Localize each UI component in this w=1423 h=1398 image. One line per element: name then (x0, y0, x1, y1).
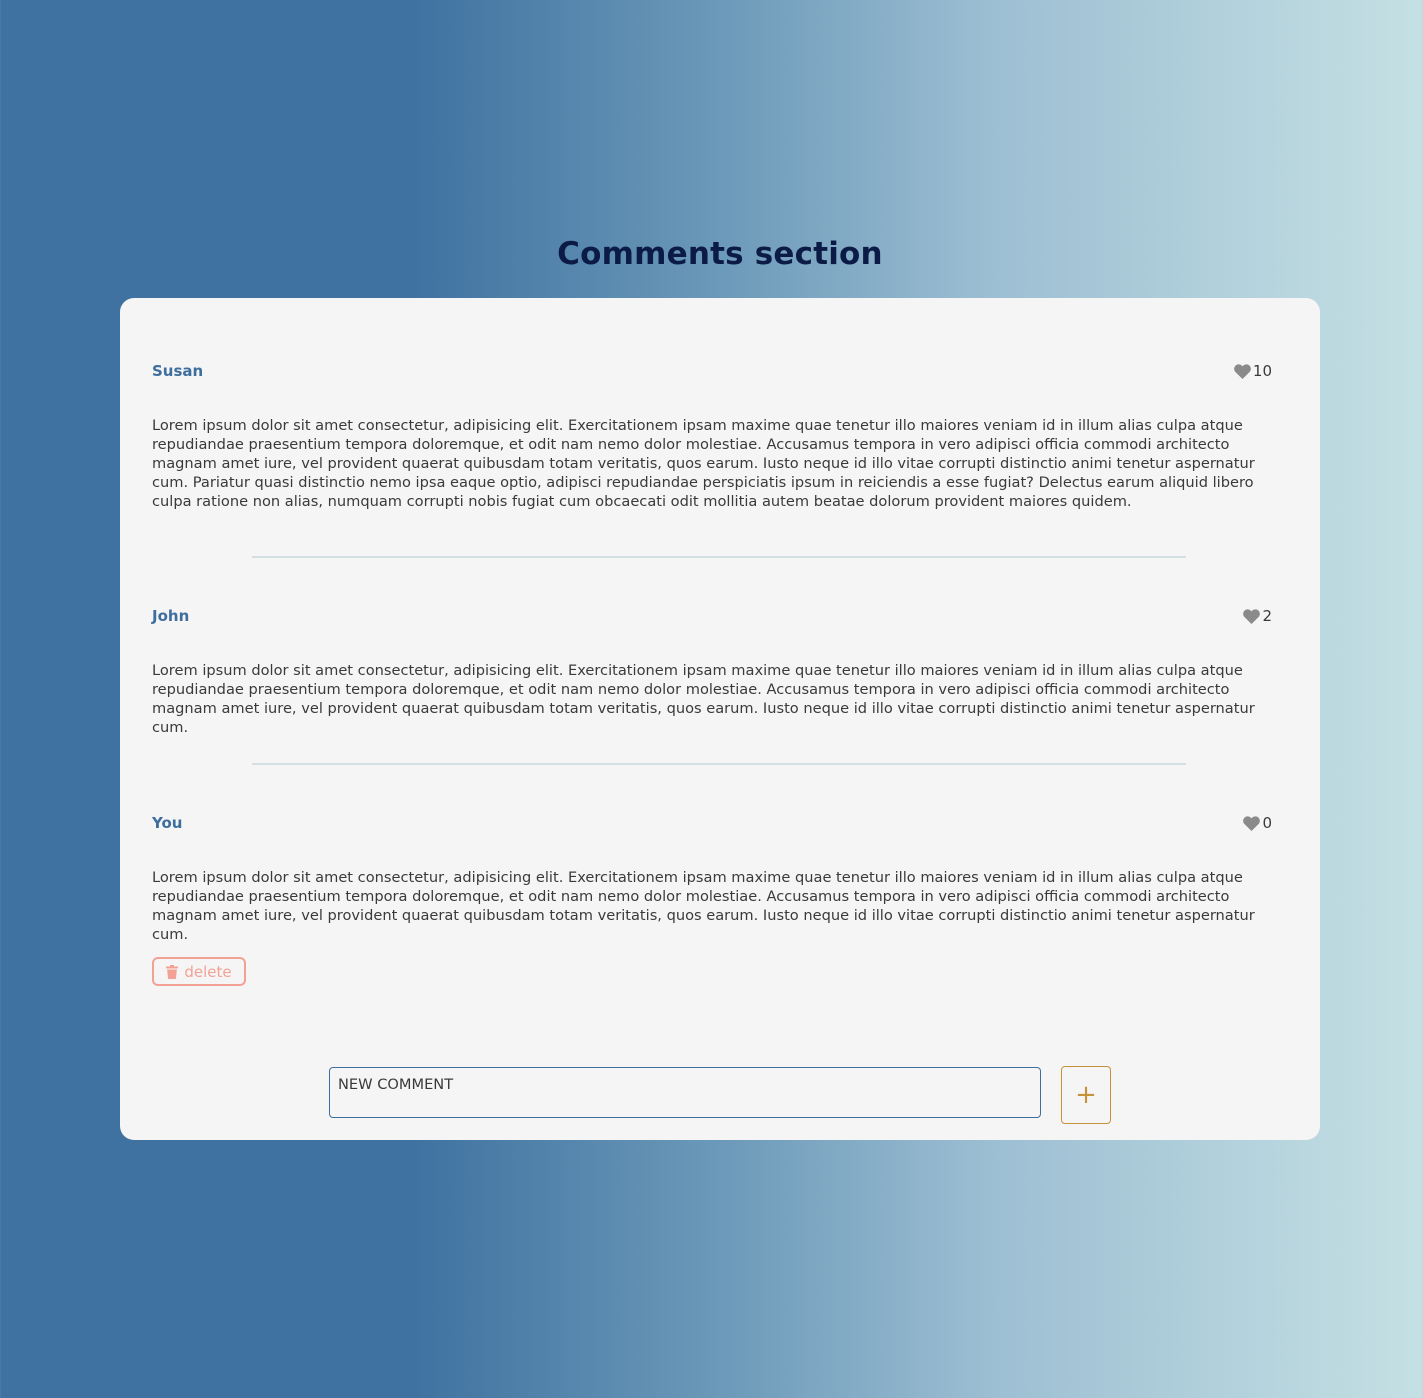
comment-header: John 2 (152, 607, 1288, 627)
comment-text: Lorem ipsum dolor sit amet consectetur, … (152, 869, 1255, 943)
comment-divider (252, 556, 1186, 558)
like-button[interactable]: 0 (1243, 814, 1272, 832)
plus-icon: + (1075, 1080, 1097, 1110)
page-title: Comments section (557, 236, 883, 272)
like-count: 0 (1262, 814, 1272, 832)
delete-label: delete (184, 962, 232, 981)
comment-item: You 0 Lorem ipsum dolor sit amet consect… (152, 814, 1288, 943)
comment-header: You 0 (152, 814, 1288, 834)
like-count: 2 (1262, 607, 1272, 625)
comment-author: John (152, 607, 190, 625)
comment-text: Lorem ipsum dolor sit amet consectetur, … (152, 417, 1255, 510)
delete-button[interactable]: delete (152, 957, 246, 986)
like-button[interactable]: 2 (1243, 607, 1272, 625)
comment-item: John 2 Lorem ipsum dolor sit amet consec… (152, 607, 1288, 736)
add-comment-button[interactable]: + (1061, 1066, 1111, 1124)
comment-text: Lorem ipsum dolor sit amet consectetur, … (152, 662, 1255, 736)
heart-icon (1234, 363, 1251, 379)
heart-icon (1243, 608, 1261, 624)
comment-author: You (152, 814, 183, 832)
comment-author: Susan (152, 362, 204, 380)
new-comment-input[interactable] (329, 1067, 1041, 1118)
comment-divider (252, 763, 1186, 765)
trash-icon (166, 964, 179, 979)
heart-icon (1243, 815, 1261, 831)
comment-item: Susan 10 Lorem ipsum dolor sit amet cons… (152, 362, 1288, 510)
comment-header: Susan 10 (152, 362, 1288, 382)
like-button[interactable]: 10 (1234, 362, 1272, 380)
like-count: 10 (1252, 362, 1272, 380)
comments-card: Susan 10 Lorem ipsum dolor sit amet cons… (120, 298, 1320, 1140)
